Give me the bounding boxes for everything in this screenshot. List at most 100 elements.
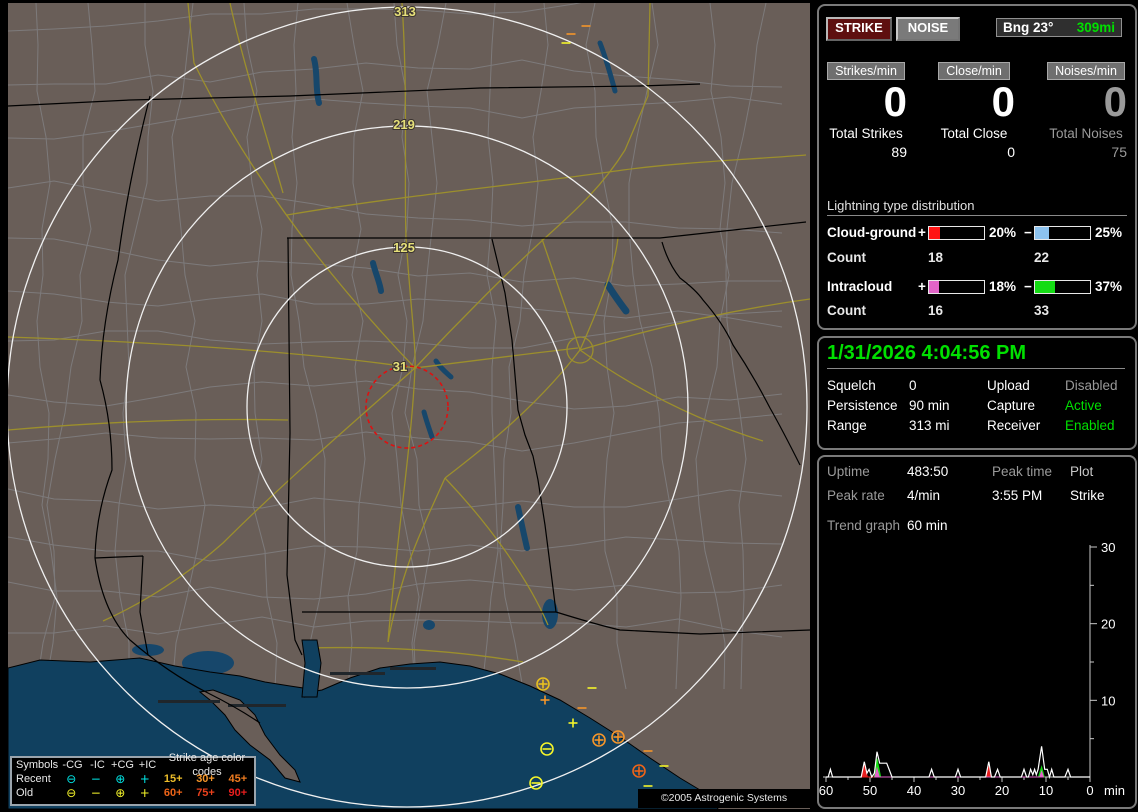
legend-col-neg-cg: -CG bbox=[62, 759, 83, 771]
ic-positive-bar bbox=[928, 280, 985, 294]
svg-text:0: 0 bbox=[1086, 783, 1093, 798]
trend-box: Uptime 483:50 Peak time Plot Peak rate 4… bbox=[817, 455, 1137, 809]
legend-old-label: Old bbox=[16, 787, 34, 799]
capture-label: Capture bbox=[987, 398, 1036, 413]
bearing-range: 309mi bbox=[1076, 20, 1115, 35]
total-noises-value: 75 bbox=[1111, 144, 1127, 160]
circle-minus-icon: ⊖ bbox=[66, 786, 77, 800]
squelch-label: Squelch bbox=[827, 378, 876, 393]
strike-posneg-cg bbox=[632, 764, 646, 778]
strike-posneg-cg bbox=[592, 733, 606, 747]
receiver-label: Receiver bbox=[987, 418, 1041, 433]
svg-text:50: 50 bbox=[863, 783, 877, 798]
ic-negative-bar bbox=[1034, 280, 1091, 294]
noises-per-min-value: 0 bbox=[1103, 78, 1127, 125]
strike-posneg-cg bbox=[611, 730, 625, 744]
minus-icon: − bbox=[1024, 225, 1032, 240]
plus-icon: + bbox=[918, 225, 926, 240]
intracloud-label: Intracloud bbox=[827, 279, 893, 294]
plus-icon: + bbox=[918, 279, 926, 294]
svg-text:10: 10 bbox=[1101, 693, 1115, 708]
legend-recent-row: Recent ⊖ − ⊕ + 15+ 30+ 45+ bbox=[12, 772, 254, 786]
age-15: 15+ bbox=[163, 773, 183, 785]
total-noises-label: Total Noises bbox=[1049, 126, 1123, 141]
total-close-value: 0 bbox=[1007, 144, 1015, 160]
age-30: 30+ bbox=[196, 773, 215, 785]
bearing-value: Bng 23° bbox=[1003, 20, 1054, 35]
noises-column: Noises/min 0 Total Noises 75 bbox=[1041, 62, 1131, 160]
map-legend: Symbols -CG -IC +CG +IC Strike age color… bbox=[10, 752, 256, 806]
persistence-label: Persistence bbox=[827, 398, 898, 413]
svg-text:30: 30 bbox=[951, 783, 965, 798]
cg-count-row: Count 18 22 bbox=[827, 250, 1127, 265]
age-60: 60+ bbox=[163, 787, 183, 799]
status-box: 1/31/2026 4:04:56 PM Squelch 0 Upload Di… bbox=[817, 336, 1137, 450]
range-label: Range bbox=[827, 418, 867, 433]
upload-label: Upload bbox=[987, 378, 1030, 393]
svg-text:60: 60 bbox=[819, 783, 833, 798]
circle-minus-icon: ⊖ bbox=[66, 772, 77, 786]
age-45: 45+ bbox=[228, 773, 248, 785]
legend-col-pos-cg: +CG bbox=[111, 759, 134, 771]
strike-toggle-button[interactable]: STRIKE bbox=[826, 17, 892, 41]
total-close-label: Total Close bbox=[940, 126, 1008, 141]
legend-recent-label: Recent bbox=[16, 773, 51, 785]
svg-text:30: 30 bbox=[1101, 540, 1115, 555]
ic-pos-count: 16 bbox=[928, 303, 944, 318]
ring-label-219: 219 bbox=[393, 117, 415, 132]
ic-count-row: Count 16 33 bbox=[827, 303, 1127, 318]
ring-label-313: 313 bbox=[394, 4, 416, 19]
svg-text:min: min bbox=[1104, 783, 1125, 798]
minus-icon: − bbox=[1024, 279, 1032, 294]
strikes-column: Strikes/min 0 Total Strikes 89 bbox=[821, 62, 911, 160]
plus-icon: + bbox=[139, 772, 150, 786]
count-label: Count bbox=[827, 303, 866, 318]
ring-label-125: 125 bbox=[393, 240, 415, 255]
svg-text:20: 20 bbox=[1101, 617, 1115, 632]
intracloud-row: Intracloud + 18% − 37% bbox=[827, 279, 1127, 294]
trend-chart: 10 20 30 60 50 40 30 20 10 0 min bbox=[819, 540, 1125, 798]
age-75: 75+ bbox=[196, 787, 215, 799]
minus-icon: − bbox=[90, 772, 101, 786]
distribution-title: Lightning type distribution bbox=[827, 198, 1127, 216]
map-copyright: ©2005 Astrogenic Systems bbox=[638, 789, 810, 808]
persistence-value: 90 min bbox=[909, 398, 950, 413]
age-90: 90+ bbox=[228, 787, 248, 799]
capture-status: Active bbox=[1065, 398, 1102, 413]
nexstorm-window: 313 219 125 31 Symbols -CG -IC +CG +IC Stri… bbox=[0, 0, 1138, 812]
legend-col-neg-ic: -IC bbox=[90, 759, 105, 771]
datetime-display: 1/31/2026 4:04:56 PM bbox=[827, 342, 1125, 369]
legend-old-row: Old ⊖ − ⊕ + 60+ 75+ 90+ bbox=[12, 786, 254, 800]
strike-posneg-cg bbox=[536, 677, 550, 691]
svg-text:40: 40 bbox=[907, 783, 921, 798]
cg-negative-bar bbox=[1034, 226, 1091, 240]
plus-icon: + bbox=[139, 786, 150, 800]
legend-header-row: Symbols -CG -IC +CG +IC Strike age color… bbox=[12, 752, 254, 778]
ring-label-31: 31 bbox=[393, 359, 407, 374]
upload-status: Disabled bbox=[1065, 378, 1118, 393]
noise-toggle-button[interactable]: NOISE bbox=[896, 17, 960, 41]
map-canvas: 313 219 125 31 bbox=[8, 3, 810, 809]
svg-text:20: 20 bbox=[995, 783, 1009, 798]
strikes-per-min-value: 0 bbox=[883, 78, 907, 125]
ic-positive-pct: 18% bbox=[989, 279, 1017, 294]
close-column: Close/min 0 Total Close 0 bbox=[929, 62, 1019, 160]
minus-icon: − bbox=[90, 786, 101, 800]
range-value: 313 mi bbox=[909, 418, 950, 433]
lightning-map[interactable]: 313 219 125 31 Symbols -CG -IC +CG +IC Stri… bbox=[8, 3, 810, 809]
squelch-value: 0 bbox=[909, 378, 917, 393]
svg-text:10: 10 bbox=[1039, 783, 1053, 798]
cg-positive-bar bbox=[928, 226, 985, 240]
cg-pos-count: 18 bbox=[928, 250, 944, 265]
close-per-min-value: 0 bbox=[991, 78, 1015, 125]
count-label: Count bbox=[827, 250, 866, 265]
cg-positive-pct: 20% bbox=[989, 225, 1017, 240]
cg-negative-pct: 25% bbox=[1095, 225, 1123, 240]
receiver-status: Enabled bbox=[1065, 418, 1115, 433]
cloud-ground-label: Cloud-ground bbox=[827, 225, 917, 240]
legend-col-pos-ic: +IC bbox=[138, 759, 157, 771]
ic-neg-count: 33 bbox=[1034, 303, 1050, 318]
legend-title: Symbols bbox=[16, 759, 59, 771]
circle-plus-icon: ⊕ bbox=[115, 786, 126, 800]
total-strikes-value: 89 bbox=[891, 144, 907, 160]
